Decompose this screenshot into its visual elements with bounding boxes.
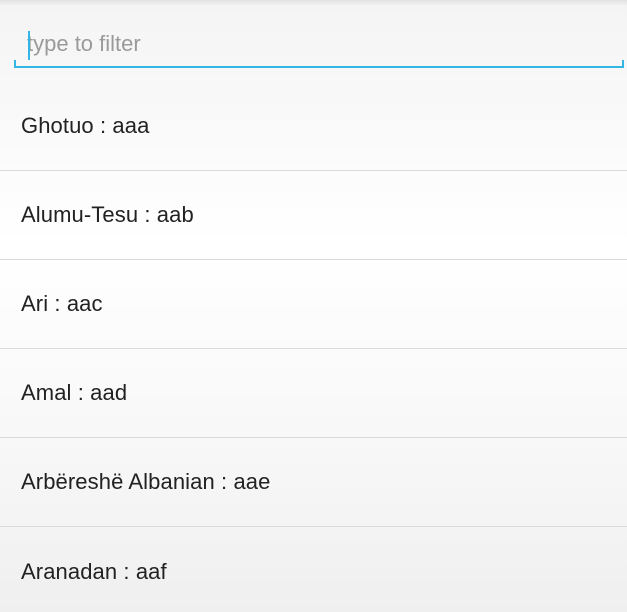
list-item[interactable]: Ghotuo : aaa (0, 82, 627, 171)
filter-underline-left-tick (14, 60, 16, 68)
list-item-label: Arbëreshë Albanian : aae (21, 469, 271, 494)
list-item-label: Ghotuo : aaa (21, 113, 150, 138)
language-list: Ghotuo : aaa Alumu-Tesu : aab Ari : aac … (0, 82, 627, 612)
list-item[interactable]: Alumu-Tesu : aab (0, 171, 627, 260)
filter-bar (0, 0, 627, 82)
list-item[interactable]: Aranadan : aaf (0, 527, 627, 612)
list-item-label: Alumu-Tesu : aab (21, 202, 194, 227)
filter-underline (14, 66, 624, 68)
list-item[interactable]: Ari : aac (0, 260, 627, 349)
filter-underline-right-tick (622, 60, 624, 68)
list-item-label: Amal : aad (21, 380, 128, 405)
filter-field[interactable] (14, 18, 624, 68)
filter-input[interactable] (27, 28, 587, 60)
list-item-label: Aranadan : aaf (21, 558, 167, 584)
text-cursor (28, 31, 30, 60)
list-item-label: Ari : aac (21, 291, 103, 316)
list-item[interactable]: Arbëreshë Albanian : aae (0, 438, 627, 527)
list-item[interactable]: Amal : aad (0, 349, 627, 438)
